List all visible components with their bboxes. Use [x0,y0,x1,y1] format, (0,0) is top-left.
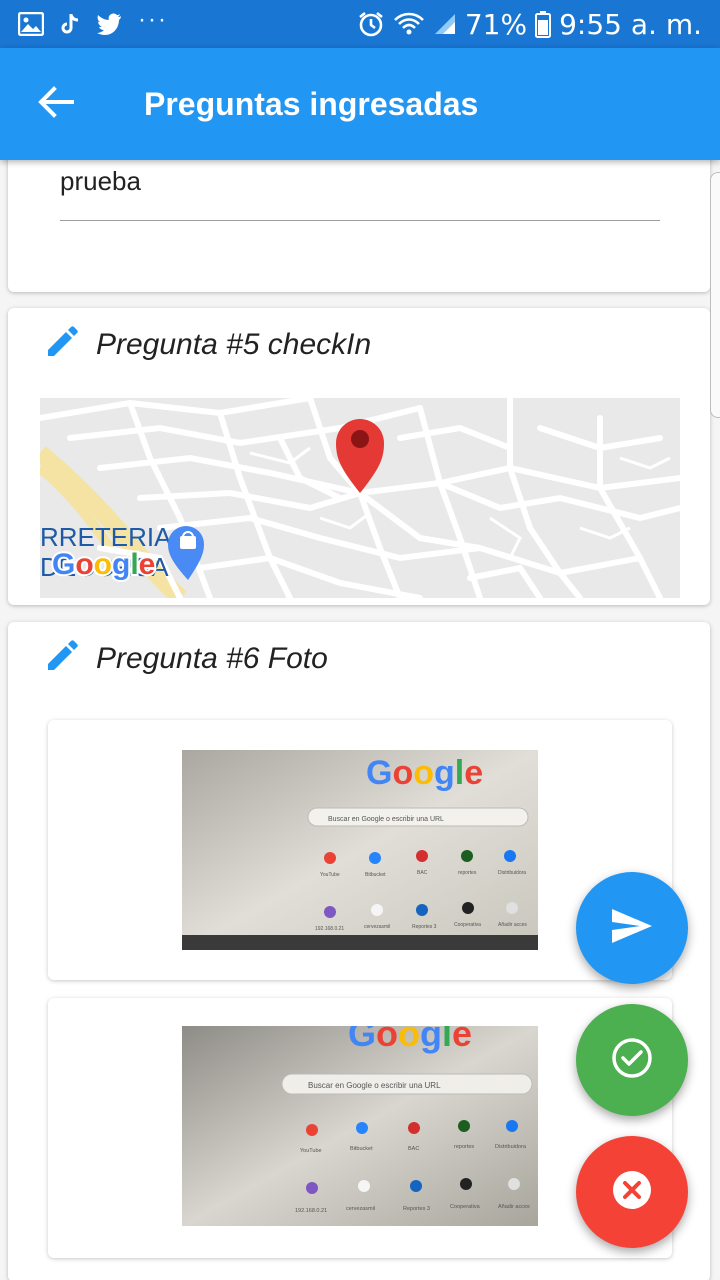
send-icon [610,907,654,950]
question-header: Pregunta #6 Foto [44,638,328,679]
svg-text:BAC: BAC [408,1146,419,1152]
svg-text:192.168.0.21: 192.168.0.21 [315,926,344,932]
svg-text:Distribuidora: Distribuidora [498,870,526,876]
back-button[interactable] [20,68,92,140]
svg-text:Bitbucket: Bitbucket [350,1146,373,1152]
svg-text:Buscar en Google o escribir un: Buscar en Google o escribir una URL [328,816,444,823]
svg-text:YouTube: YouTube [300,1148,322,1154]
tiktok-icon [60,12,80,36]
svg-text:cervezasmil: cervezasmil [346,1206,375,1212]
photo-thumbnail[interactable]: Google Buscar en Google o escribir una U… [182,750,538,950]
svg-text:Reportes 3: Reportes 3 [412,924,437,930]
twitter-icon [96,13,122,35]
svg-text:YouTube: YouTube [320,872,340,878]
svg-text:Google: Google [366,754,483,792]
svg-text:reportes: reportes [458,870,477,876]
alarm-icon [357,10,385,38]
question-title: Pregunta #5 checkIn [96,327,372,361]
checkin-map[interactable]: RRETERIA DECORSA Google [40,398,680,598]
svg-text:Añadir acces: Añadir acces [498,922,527,928]
screen: ··· 71% 9:55 a. m. Preguntas ingresadas … [0,0,720,1280]
battery-percent: 71% [464,7,528,41]
svg-text:Buscar en Google o escribir un: Buscar en Google o escribir una URL [308,1081,441,1090]
answer-text-field[interactable]: prueba [60,166,141,197]
wifi-icon [393,11,425,37]
battery-icon [535,10,552,38]
svg-text:Google: Google [52,548,155,581]
photo-card[interactable]: Google Buscar en Google o escribir una U… [48,998,672,1258]
cancel-circle-icon [611,1169,653,1216]
confirm-button[interactable] [576,1004,688,1116]
arrow-back-icon [38,85,74,123]
text-field-underline [60,220,660,221]
edit-pencil-icon[interactable] [44,324,80,365]
app-bar: Preguntas ingresadas [0,48,720,160]
svg-text:cervezasmil: cervezasmil [364,924,390,930]
svg-text:Reportes 3: Reportes 3 [403,1206,430,1212]
page-title: Preguntas ingresadas [144,85,479,122]
signal-icon [433,12,457,36]
svg-text:192.168.0.21: 192.168.0.21 [295,1208,327,1214]
photo-thumbnail[interactable]: Google Buscar en Google o escribir una U… [182,1026,538,1226]
svg-text:Bitbucket: Bitbucket [365,872,386,878]
check-circle-icon [611,1037,653,1084]
scrollbar-handle[interactable] [710,172,720,418]
question-card-checkin: Pregunta #5 checkIn RRETERIA DECORSA Goo… [8,308,710,605]
svg-text:BAC: BAC [417,870,428,876]
image-icon [18,12,44,36]
svg-text:Añadir acces: Añadir acces [498,1204,530,1210]
svg-text:Cooperativa: Cooperativa [450,1204,481,1210]
status-bar: ··· 71% 9:55 a. m. [0,0,720,48]
more-notifications: ··· [138,6,168,33]
svg-text:Cooperativa: Cooperativa [454,922,481,928]
cancel-button[interactable] [576,1136,688,1248]
question-header: Pregunta #5 checkIn [44,324,371,365]
svg-text:reportes: reportes [454,1144,474,1150]
svg-text:Distribuidora: Distribuidora [495,1144,527,1150]
edit-pencil-icon[interactable] [44,638,80,679]
svg-text:Google: Google [348,1026,472,1054]
question-title: Pregunta #6 Foto [96,641,328,675]
clock: 9:55 a. m. [559,7,702,41]
answer-card: prueba [8,140,710,292]
send-button[interactable] [576,872,688,984]
